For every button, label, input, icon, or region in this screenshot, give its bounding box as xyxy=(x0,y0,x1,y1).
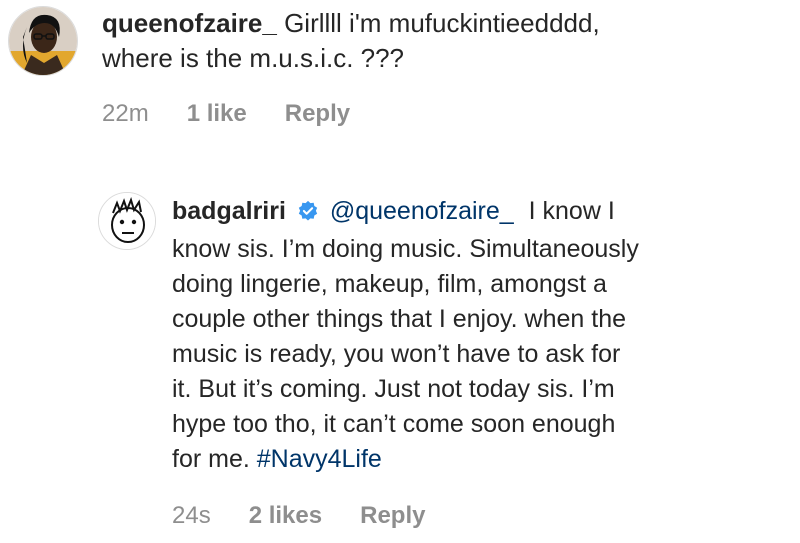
avatar-queenofzaire[interactable] xyxy=(8,6,78,76)
reply-line-8: for me. #Navy4Life xyxy=(172,442,792,477)
reply-body: badgalriri @queenofzaire_ I know I know … xyxy=(172,194,792,477)
reply-meta: 24s 2 likes Reply xyxy=(172,502,463,530)
comment-line-2: where is the m.u.s.i.c. ??? xyxy=(102,43,405,73)
timestamp: 22m xyxy=(102,100,149,127)
reply-line-3: doing lingerie, makeup, film, amongst a xyxy=(172,270,607,298)
comment-line-1: queenofzaire_ Girllll i'm mufuckintieedd… xyxy=(102,6,600,41)
reply-line-5: music is ready, you won’t have to ask fo… xyxy=(172,340,621,368)
username-link[interactable]: badgalriri xyxy=(172,197,286,225)
mention-link[interactable]: @queenofzaire_ xyxy=(330,197,514,225)
reply-line-2: know sis. I’m doing music. Simultaneousl… xyxy=(172,235,639,263)
username-link[interactable]: queenofzaire_ xyxy=(102,8,277,38)
doodle-face-icon xyxy=(99,193,155,249)
reply-text-part: I know I xyxy=(528,197,615,225)
comment-text: Girllll i'm mufuckintieedddd, xyxy=(284,8,600,38)
reply-line-4: couple other things that I enjoy. when t… xyxy=(172,305,627,333)
reply-line-1: badgalriri @queenofzaire_ I know I xyxy=(172,194,792,232)
reply-text-part: for me. xyxy=(172,445,250,473)
profile-photo-icon xyxy=(9,7,77,75)
avatar-badgalriri[interactable] xyxy=(98,192,156,250)
reply-line-6: it. But it’s coming. Just not today sis.… xyxy=(172,375,615,403)
comment-meta: 22m 1 like Reply xyxy=(102,100,388,128)
comment-body: queenofzaire_ Girllll i'm mufuckintieedd… xyxy=(102,6,600,76)
reply-button[interactable]: Reply xyxy=(285,100,350,128)
comment-queenofzaire: queenofzaire_ Girllll i'm mufuckintieedd… xyxy=(0,0,800,150)
reply-line-7: hype too tho, it can’t come soon enough xyxy=(172,410,616,438)
likes-count[interactable]: 2 likes xyxy=(249,502,322,530)
reply-button[interactable]: Reply xyxy=(360,502,425,530)
likes-count[interactable]: 1 like xyxy=(187,100,247,128)
hashtag-link[interactable]: #Navy4Life xyxy=(257,445,382,473)
comment-badgalriri: badgalriri @queenofzaire_ I know I know … xyxy=(0,180,800,543)
timestamp: 24s xyxy=(172,502,211,529)
verified-badge-icon xyxy=(297,197,319,232)
